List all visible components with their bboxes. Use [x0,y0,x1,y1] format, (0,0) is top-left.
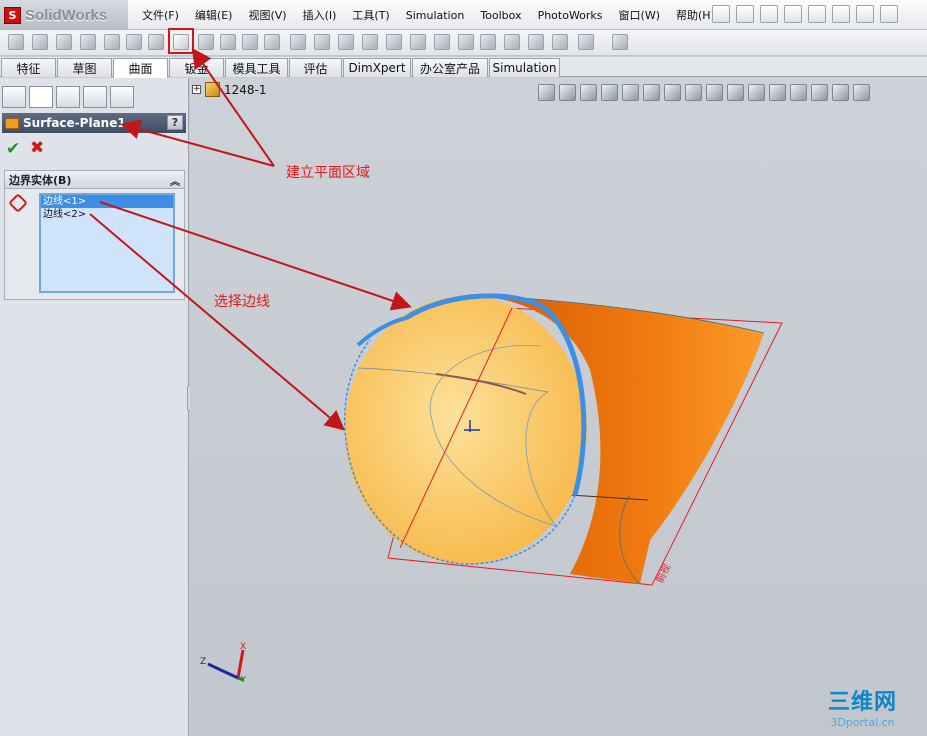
graphics-overlay: X Z Y 前视 [89,47,783,684]
triad-x-label: X [240,642,246,652]
watermark-site: 3Dportal.cn [830,716,895,729]
annotation-arrow [89,213,346,431]
plane-name-label: 前视 [653,562,673,586]
annotation-arrow [120,119,275,167]
watermark: 三维网 3Dportal.cn [828,684,897,729]
annotation-select-edge: 选择边线 [214,294,270,310]
axis-triad: X Z Y [200,642,246,684]
triad-z-label: Z [200,657,206,667]
annotation-planar-region: 建立平面区域 [286,165,370,181]
watermark-logo: 三维网 [828,690,898,715]
annotation-arrow [191,47,275,167]
triad-y-label: Y [240,675,246,684]
